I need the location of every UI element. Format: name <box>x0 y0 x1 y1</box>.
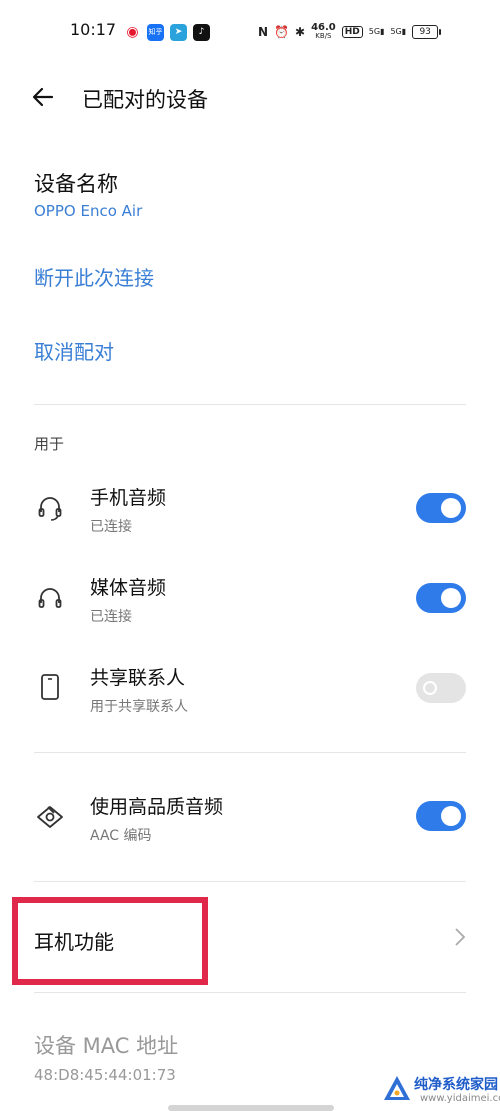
status-indicators: Ν ⏰ ✱ 46.0 KB/S HD 5G▮ 5G▮ 93 <box>258 20 442 44</box>
usage-group-label: 用于 <box>34 435 65 453</box>
mac-address-value: 48:D8:45:44:01:73 <box>34 1066 176 1084</box>
phone-audio-status: 已连接 <box>90 519 132 535</box>
headphones-icon <box>38 588 62 608</box>
hq-audio-codec: AAC 编码 <box>90 828 152 844</box>
signal-1-icon: 5G▮ <box>368 27 385 36</box>
hq-audio-toggle[interactable] <box>416 801 466 831</box>
back-arrow-icon[interactable] <box>30 84 56 110</box>
telegram-icon: ➤ <box>170 23 187 41</box>
share-contacts-subtitle: 用于共享联系人 <box>90 699 188 715</box>
network-speed: 46.0 KB/S <box>311 22 336 41</box>
phone-audio-title: 手机音频 <box>90 487 167 509</box>
alarm-icon: ⏰ <box>274 25 289 39</box>
battery-icon: 93 <box>412 25 442 39</box>
headset-icon <box>38 497 62 521</box>
highlight-box <box>12 897 208 985</box>
media-audio-status: 已连接 <box>90 609 132 625</box>
mac-address-heading: 设备 MAC 地址 <box>34 1034 179 1058</box>
disconnect-button[interactable]: 断开此次连接 <box>34 262 154 291</box>
hifi-icon <box>37 806 63 828</box>
watermark-logo <box>384 1076 410 1100</box>
home-indicator[interactable] <box>168 1105 334 1111</box>
page-title: 已配对的设备 <box>82 88 208 112</box>
status-time: 10:17 <box>70 20 117 39</box>
divider <box>34 992 466 993</box>
share-contacts-title: 共享联系人 <box>90 667 186 689</box>
device-name-value[interactable]: OPPO Enco Air <box>34 202 142 220</box>
media-audio-title: 媒体音频 <box>90 577 167 599</box>
signal-2-icon: 5G▮ <box>390 27 407 36</box>
nfc-icon: Ν <box>258 25 269 39</box>
hq-audio-title: 使用高品质音频 <box>90 796 224 818</box>
divider <box>34 752 466 753</box>
watermark-url: www.yidaimei.com <box>420 1093 500 1104</box>
phone-audio-toggle[interactable] <box>416 493 466 523</box>
hd-badge: HD <box>341 26 363 38</box>
status-app-icons: ◉ 知乎 ➤ ♪ <box>124 22 210 42</box>
bluetooth-icon: ✱ <box>295 25 306 39</box>
weibo-icon: ◉ <box>124 23 141 41</box>
share-contacts-toggle[interactable] <box>416 673 466 703</box>
tiktok-icon: ♪ <box>193 23 210 41</box>
media-audio-toggle[interactable] <box>416 583 466 613</box>
divider <box>34 404 466 405</box>
chevron-right-icon[interactable] <box>450 926 468 948</box>
phone-icon <box>41 674 59 700</box>
divider <box>34 881 466 882</box>
device-name-heading: 设备名称 <box>34 172 118 196</box>
watermark-text: 纯净系统家园 <box>414 1077 498 1093</box>
zhihu-icon: 知乎 <box>147 23 164 41</box>
unpair-button[interactable]: 取消配对 <box>34 336 114 365</box>
